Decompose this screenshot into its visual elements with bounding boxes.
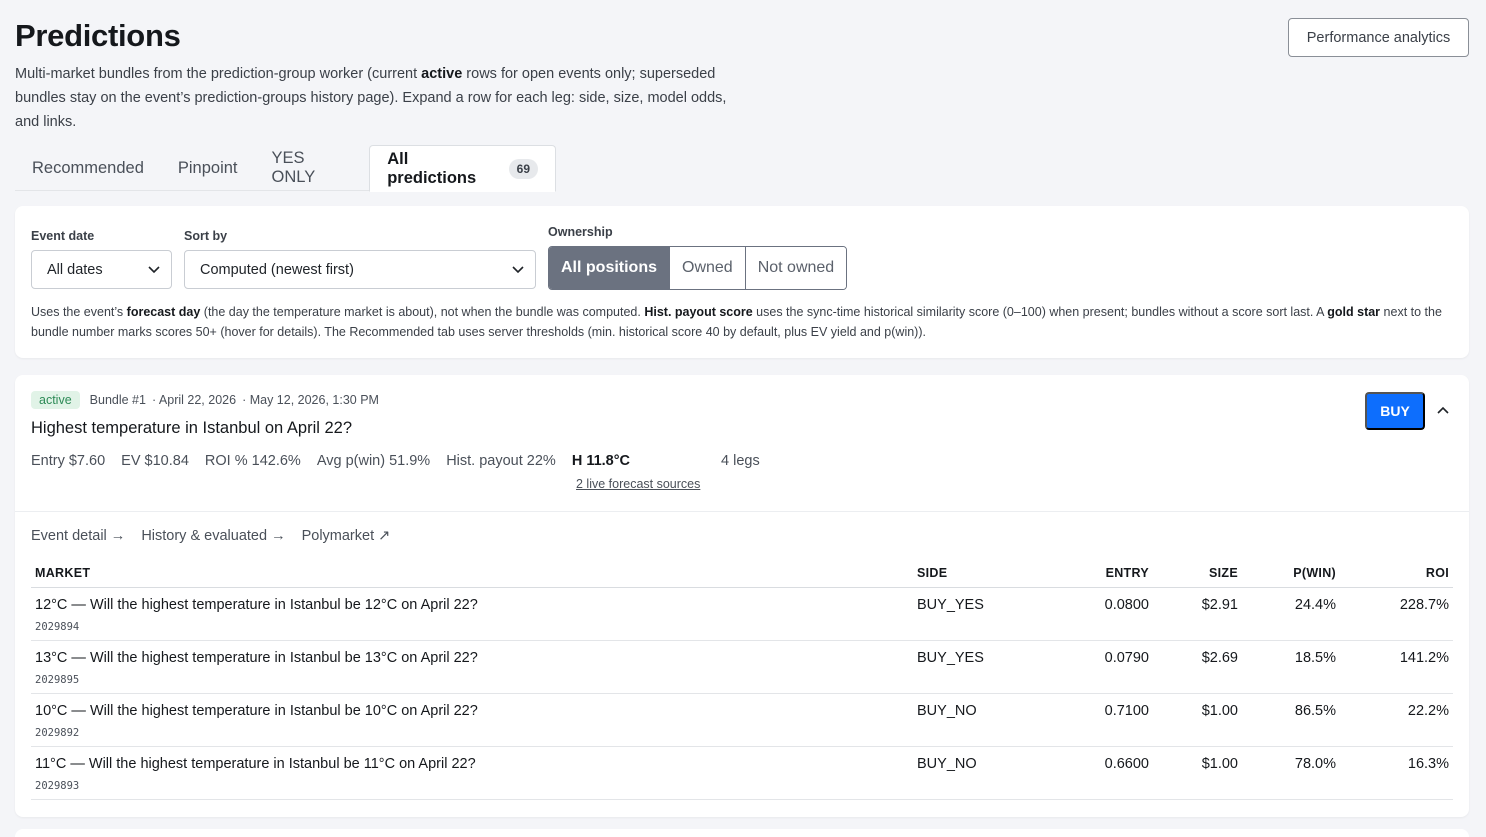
history-evaluated-link[interactable]: History & evaluated →	[141, 528, 285, 544]
status-badge: active	[31, 391, 80, 409]
note-emphasis: forecast day	[126, 305, 201, 319]
ownership-label: Ownership	[548, 225, 613, 239]
stat-roi: ROI % 142.6%	[204, 453, 301, 469]
table-row[interactable]: 10°C — Will the highest temperature in I…	[31, 694, 1453, 747]
side-value: BUY_NO	[917, 703, 977, 719]
ownership-not-owned[interactable]: Not owned	[744, 247, 847, 289]
market-name: 13°C — Will the highest temperature in I…	[35, 650, 478, 666]
note-emphasis: gold star	[1327, 305, 1381, 319]
subtitle-emphasis: active	[421, 66, 463, 82]
stat-avg-pwin: Avg p(win) 51.9%	[316, 453, 431, 469]
entry-value: 0.7100	[1104, 703, 1149, 719]
tab-count-badge: 69	[508, 158, 538, 179]
market-id: 2029894	[35, 621, 80, 633]
stat-ev: EV $10.84	[121, 453, 189, 469]
performance-analytics-button[interactable]: Performance analytics	[1288, 18, 1469, 57]
bundle-title: Highest temperature in Istanbul on April…	[31, 419, 353, 437]
bundle-number: Bundle #1	[89, 393, 146, 407]
chevron-up-icon[interactable]	[1436, 403, 1450, 417]
table-row[interactable]: 12°C — Will the highest temperature in I…	[31, 588, 1453, 641]
tab-pinpoint[interactable]: Pinpoint	[161, 145, 255, 191]
size-value: $2.91	[1201, 597, 1238, 613]
side-value: BUY_YES	[917, 650, 984, 666]
bundle-meta: active Bundle #1 · April 22, 2026 · May …	[31, 391, 379, 409]
entry-value: 0.0790	[1104, 650, 1149, 666]
forecast-sources-link[interactable]: 2 live forecast sources	[576, 477, 700, 491]
page-subtitle: Multi-market bundles from the prediction…	[15, 62, 735, 134]
ownership-owned[interactable]: Owned	[669, 247, 745, 289]
tab-label: YES ONLY	[271, 149, 316, 186]
roi-value: 22.2%	[1407, 703, 1449, 719]
ownership-segmented-control: All positions Owned Not owned	[548, 246, 848, 290]
pwin-value: 86.5%	[1294, 703, 1336, 719]
bundle-event-date: · April 22, 2026	[151, 393, 237, 407]
pwin-value: 24.4%	[1294, 597, 1336, 613]
stat-high-temp: H 11.8°C	[571, 453, 631, 469]
ownership-all-positions[interactable]: All positions	[549, 247, 669, 289]
stat-hist-payout: Hist. payout 22%	[446, 453, 556, 469]
filter-panel: Event date All dates Sort by Computed (n…	[15, 206, 1469, 358]
market-name: 10°C — Will the highest temperature in I…	[35, 703, 478, 719]
tab-recommended[interactable]: Recommended	[15, 145, 161, 191]
subtitle-text: Multi-market bundles from the prediction…	[15, 66, 422, 82]
note-text: Uses the event’s	[31, 305, 127, 319]
stat-entry: Entry $7.60	[31, 453, 106, 469]
market-id: 2029895	[35, 674, 80, 686]
buy-button[interactable]: BUY	[1365, 392, 1425, 430]
tab-bar: Recommended Pinpoint YES ONLY All predic…	[15, 145, 556, 192]
bundle-links: Event detail → History & evaluated → Pol…	[31, 528, 406, 544]
filter-help-text: Uses the event’s forecast day (the day t…	[31, 302, 1456, 342]
entry-value: 0.0800	[1104, 597, 1149, 613]
page-header: Predictions Multi-market bundles from th…	[15, 16, 735, 134]
sort-by-value: Computed (newest first)	[200, 261, 354, 278]
col-market: MARKET	[35, 566, 91, 580]
pwin-value: 18.5%	[1294, 650, 1336, 666]
table-row[interactable]: 13°C — Will the highest temperature in I…	[31, 641, 1453, 694]
side-value: BUY_YES	[917, 597, 984, 613]
note-text: (the day the temperature market is about…	[200, 305, 645, 319]
sort-by-select[interactable]: Computed (newest first)	[184, 250, 536, 289]
bundle-computed-time: · May 12, 2026, 1:30 PM	[242, 393, 379, 407]
event-date-value: All dates	[47, 261, 103, 278]
side-value: BUY_NO	[917, 756, 977, 772]
size-value: $1.00	[1201, 703, 1238, 719]
page-title: Predictions	[15, 18, 181, 53]
next-bundle-card	[15, 829, 1469, 837]
col-roi: ROI	[1425, 566, 1449, 580]
note-emphasis: Hist. payout score	[644, 305, 753, 319]
roi-value: 16.3%	[1407, 756, 1449, 772]
polymarket-link[interactable]: Polymarket ↗	[302, 528, 391, 544]
tab-label: All predictions	[387, 149, 477, 187]
col-size: SIZE	[1209, 566, 1238, 580]
col-entry: ENTRY	[1105, 566, 1149, 580]
size-value: $2.69	[1201, 650, 1238, 666]
note-text: uses the sync-time historical similarity…	[752, 305, 1328, 319]
sort-by-label: Sort by	[184, 229, 228, 243]
tab-label: Pinpoint	[177, 158, 238, 177]
roi-value: 228.7%	[1399, 597, 1449, 613]
chevron-down-icon	[512, 266, 524, 274]
roi-value: 141.2%	[1399, 650, 1449, 666]
market-id: 2029893	[35, 780, 80, 792]
tab-yes-only[interactable]: YES ONLY	[255, 145, 370, 191]
divider	[15, 511, 1469, 512]
legs-count: 4 legs	[721, 453, 760, 469]
pwin-value: 78.0%	[1294, 756, 1336, 772]
market-name: 12°C — Will the highest temperature in I…	[35, 597, 478, 613]
tab-all-predictions[interactable]: All predictions 69	[369, 145, 556, 192]
bundle-card: active Bundle #1 · April 22, 2026 · May …	[15, 375, 1469, 817]
col-side: SIDE	[917, 566, 948, 580]
event-date-select[interactable]: All dates	[31, 250, 172, 289]
tab-label: Recommended	[32, 158, 144, 177]
bundle-stats: Entry $7.60 EV $10.84 ROI % 142.6% Avg p…	[31, 453, 646, 469]
chevron-down-icon	[148, 266, 160, 274]
event-date-label: Event date	[31, 229, 95, 243]
market-id: 2029892	[35, 727, 80, 739]
event-detail-link[interactable]: Event detail →	[31, 528, 125, 544]
entry-value: 0.6600	[1104, 756, 1149, 772]
size-value: $1.00	[1201, 756, 1238, 772]
col-pwin: P(WIN)	[1293, 566, 1336, 580]
table-row[interactable]: 11°C — Will the highest temperature in I…	[31, 747, 1453, 800]
market-name: 11°C — Will the highest temperature in I…	[35, 756, 476, 772]
